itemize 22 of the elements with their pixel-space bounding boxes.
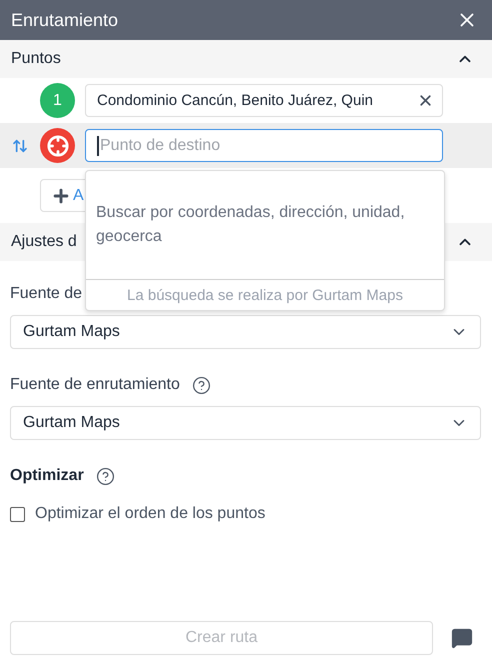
reorder-icon[interactable] (12, 138, 28, 154)
field-label: Fuente de (10, 285, 82, 303)
window-title: Enrutamiento (11, 10, 118, 30)
section-title: Puntos (11, 50, 61, 68)
section-title: Ajustes d (11, 233, 77, 251)
chat-icon[interactable] (451, 627, 473, 649)
section-header[interactable]: Puntos (0, 40, 492, 78)
target-icon (40, 128, 75, 163)
help-icon[interactable] (192, 376, 211, 394)
search-hint: Buscar por coordenadas, dirección, unidad, geocerca (96, 203, 406, 247)
plus-icon (51, 186, 71, 206)
source-select[interactable]: Gurtam Maps (10, 406, 481, 440)
source-select[interactable]: Gurtam Maps (10, 315, 481, 349)
field-label: Fuente de enrutamiento (10, 376, 180, 394)
checkbox[interactable] (10, 506, 25, 522)
search-provider-note: La búsqueda se realiza por Gurtam Maps (127, 286, 403, 304)
help-icon[interactable] (96, 466, 115, 486)
text-cursor (97, 136, 99, 156)
optimize-title: Optimizar (10, 467, 84, 485)
checkbox-label: Optimizar el orden de los puntos (35, 505, 266, 523)
point-field[interactable]: Condominio Cancún, Benito Juárez, Quin (85, 84, 443, 117)
point-number: 1 (40, 83, 75, 118)
